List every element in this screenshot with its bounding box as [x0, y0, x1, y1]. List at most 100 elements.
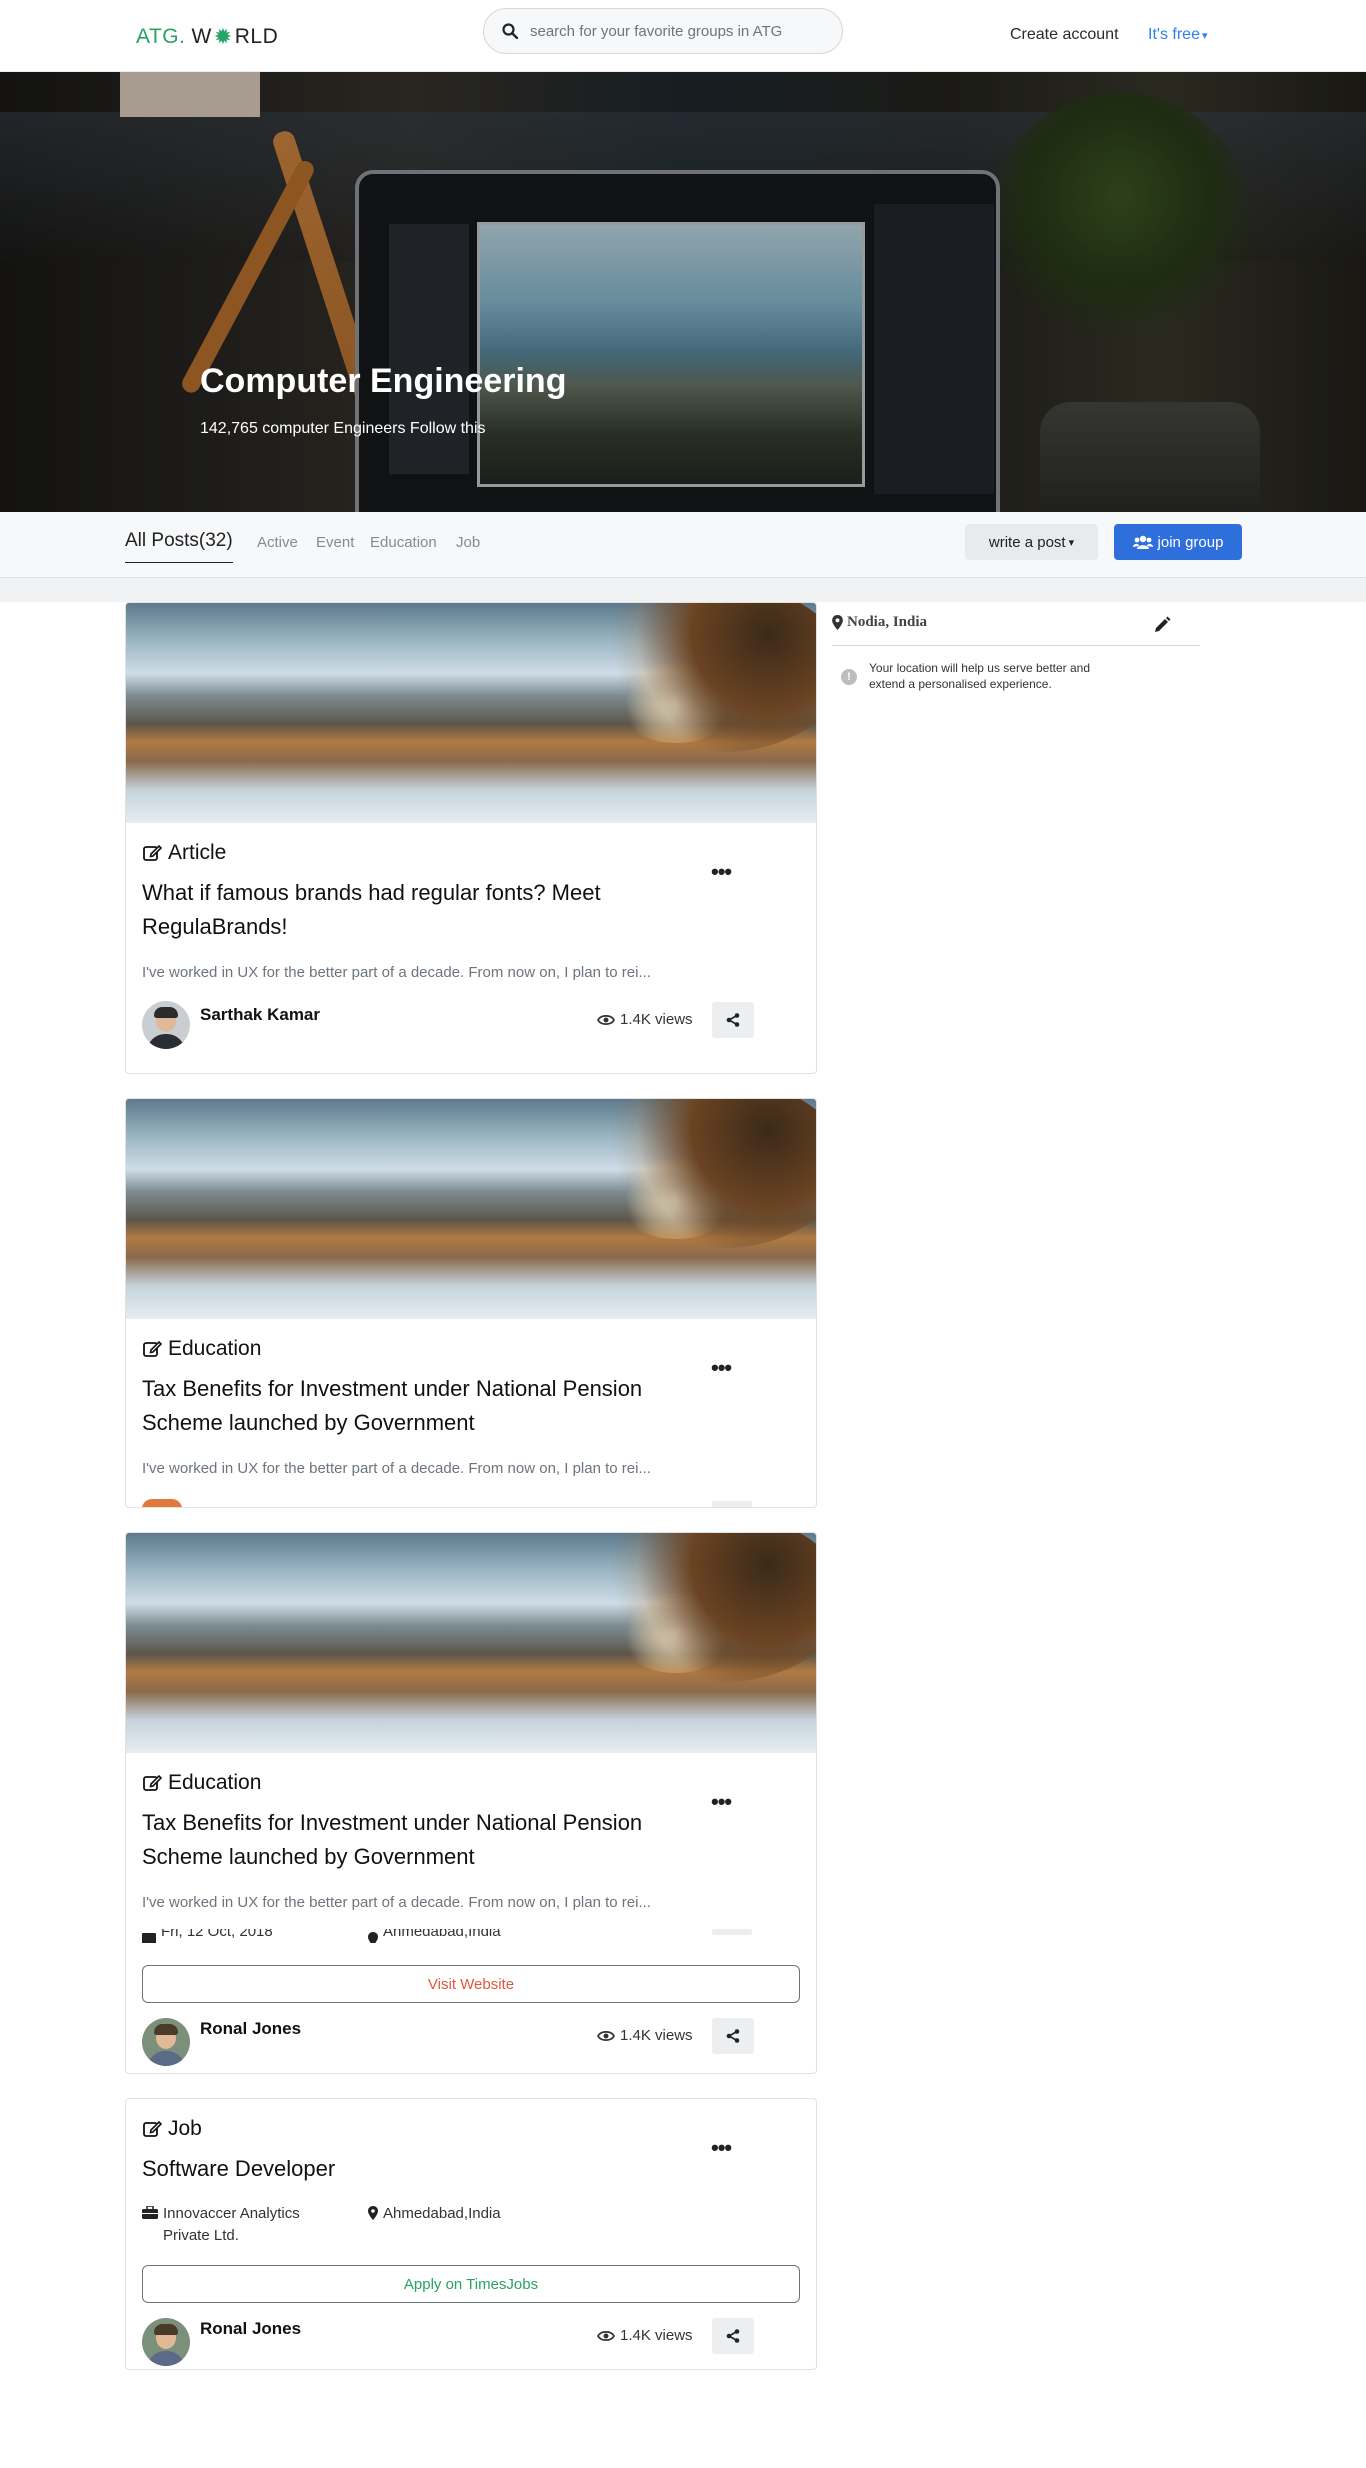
post-description: I've worked in UX for the better part of…: [142, 964, 651, 981]
more-options-icon[interactable]: •••: [711, 859, 732, 885]
job-company: Innovaccer Analytics Private Ltd.: [142, 2203, 332, 2247]
its-free-label: It's free: [1148, 26, 1200, 43]
share-icon: [726, 2029, 740, 2043]
view-count-text: 1.4K views: [620, 1011, 693, 1028]
map-marker-icon: [368, 2206, 378, 2220]
location-text: Nodia, India: [847, 614, 928, 630]
view-count: 1.4K views: [597, 2027, 693, 2044]
share-button-partial: [712, 1929, 752, 1935]
write-post-button[interactable]: write a post ▾: [965, 524, 1098, 560]
share-button[interactable]: [712, 1002, 754, 1038]
tab-all-posts[interactable]: All Posts(32): [125, 530, 233, 563]
group-cover-banner: Computer Engineering 142,765 computer En…: [0, 72, 1366, 512]
search-input[interactable]: [530, 22, 810, 40]
its-free-dropdown[interactable]: It's free ▾: [1148, 26, 1208, 44]
post-card[interactable]: Job ••• Software Developer Innovaccer An…: [125, 2098, 817, 2370]
post-type-label: Job: [142, 2117, 202, 2141]
share-icon: [726, 1013, 740, 1027]
eye-icon: [597, 2030, 615, 2041]
eye-icon: [597, 2330, 615, 2341]
post-card[interactable]: Education ••• Tax Benefits for Investmen…: [125, 1098, 817, 1508]
logo-gear-icon: ✹: [213, 24, 233, 49]
post-cover-image: [126, 603, 816, 823]
avatar-hair: [154, 2324, 178, 2335]
job-company-text: Innovaccer Analytics Private Ltd.: [163, 2205, 300, 2244]
users-icon: [1132, 535, 1153, 549]
logo-w-text: W: [191, 25, 212, 48]
post-card[interactable]: Article ••• What if famous brands had re…: [125, 602, 817, 1074]
event-location-text: Ahmedabad,India: [383, 1929, 501, 1940]
section-divider: [0, 578, 1366, 602]
search-icon: [502, 23, 518, 39]
post-cover-image: [126, 1533, 816, 1753]
more-options-icon[interactable]: •••: [711, 1789, 732, 1815]
tab-event[interactable]: Event: [316, 534, 354, 551]
chevron-down-icon: ▾: [1068, 536, 1075, 549]
top-navbar: ATG. W ✹ RLD Create account It's free▾: [0, 0, 1366, 72]
post-card[interactable]: Education ••• Tax Benefits for Investmen…: [125, 1532, 817, 2074]
info-icon: !: [841, 669, 857, 685]
edit-icon: [143, 2120, 162, 2137]
eye-icon: [597, 1014, 615, 1025]
author-avatar[interactable]: [142, 1001, 190, 1049]
chevron-down-icon: ▾: [1201, 30, 1208, 42]
location-info-text: Your location will help us serve better …: [869, 661, 1091, 691]
map-marker-icon: [832, 615, 843, 630]
image-branch: [586, 603, 816, 753]
location-info-note: ! Your location will help us serve bette…: [841, 660, 1101, 692]
tab-job[interactable]: Job: [456, 534, 480, 551]
share-button[interactable]: [712, 2018, 754, 2054]
avatar-body: [147, 2351, 185, 2366]
apply-timesjobs-button[interactable]: Apply on TimesJobs: [142, 2265, 800, 2303]
post-type-label: Article: [142, 841, 226, 865]
job-location: Ahmedabad,India: [368, 2203, 501, 2225]
more-options-icon[interactable]: •••: [711, 2135, 732, 2161]
post-title[interactable]: What if famous brands had regular fonts?…: [142, 876, 702, 944]
cover-overlay: [0, 72, 1366, 512]
share-button-partial: [712, 1501, 752, 1507]
share-button[interactable]: [712, 2318, 754, 2354]
share-icon: [726, 2329, 740, 2343]
author-name[interactable]: Ronal Jones: [200, 2019, 301, 2039]
view-count: 1.4K views: [597, 1011, 693, 1028]
image-branch: [586, 1099, 816, 1249]
group-title: Computer Engineering: [200, 362, 567, 400]
edit-icon: [143, 1340, 162, 1357]
post-type-text: Education: [168, 1337, 262, 1360]
create-account-link[interactable]: Create account: [1010, 26, 1119, 44]
atg-world-logo[interactable]: ATG. W ✹ RLD: [136, 24, 278, 50]
tab-education[interactable]: Education: [370, 534, 437, 551]
group-follower-count: 142,765 computer Engineers Follow this: [200, 420, 486, 437]
post-title[interactable]: Software Developer: [142, 2152, 702, 2186]
author-name[interactable]: Ronal Jones: [200, 2319, 301, 2339]
map-marker-icon: [368, 1932, 378, 1943]
post-type-label: Education: [142, 1337, 261, 1361]
author-avatar-partial: [142, 1499, 182, 1507]
post-cover-image: [126, 1099, 816, 1319]
author-avatar[interactable]: [142, 2018, 190, 2066]
search-bar[interactable]: [483, 8, 843, 54]
visit-website-button[interactable]: Visit Website: [142, 1965, 800, 2003]
author-avatar[interactable]: [142, 2318, 190, 2366]
join-group-button[interactable]: join group: [1114, 524, 1242, 560]
post-title[interactable]: Tax Benefits for Investment under Nation…: [142, 1806, 702, 1874]
image-branch: [586, 1533, 816, 1683]
view-count-text: 1.4K views: [620, 2027, 693, 2044]
post-type-label: Education: [142, 1771, 261, 1795]
post-type-text: Article: [168, 841, 227, 864]
tab-active[interactable]: Active: [257, 534, 298, 551]
avatar-hair: [154, 2024, 178, 2035]
avatar-body: [147, 2051, 185, 2066]
more-options-icon[interactable]: •••: [711, 1355, 732, 1381]
calendar-icon: [142, 1933, 156, 1943]
pencil-icon[interactable]: [1153, 616, 1171, 634]
write-post-label: write a post: [988, 533, 1066, 551]
location-divider: [832, 645, 1200, 646]
event-date-text: Fri, 12 Oct, 2018: [161, 1929, 273, 1940]
view-count-text: 1.4K views: [620, 2327, 693, 2344]
author-name[interactable]: Sarthak Kamar: [200, 1005, 320, 1025]
location-display: Nodia, India: [832, 614, 927, 631]
logo-atg-text: ATG.: [136, 25, 186, 48]
event-date: Fri, 12 Oct, 2018: [142, 1929, 273, 1943]
post-title[interactable]: Tax Benefits for Investment under Nation…: [142, 1372, 702, 1440]
